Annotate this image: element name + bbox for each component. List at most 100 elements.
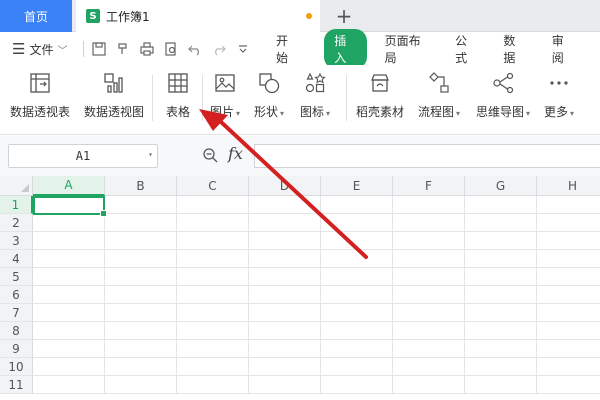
row-header-5[interactable]: 5 — [0, 268, 33, 286]
cell-e10[interactable] — [321, 358, 393, 376]
cell-c2[interactable] — [177, 214, 249, 232]
cell-b1[interactable] — [105, 196, 177, 214]
cell-a3[interactable] — [33, 232, 105, 250]
insert-function-button[interactable]: fx — [228, 144, 243, 163]
cell-d4[interactable] — [249, 250, 321, 268]
zoom-icon[interactable] — [202, 147, 218, 163]
cell-b7[interactable] — [105, 304, 177, 322]
cell-f1[interactable] — [393, 196, 465, 214]
cell-b6[interactable] — [105, 286, 177, 304]
cell-c8[interactable] — [177, 322, 249, 340]
chevron-down-icon[interactable]: ﹀ — [57, 42, 67, 57]
cell-b3[interactable] — [105, 232, 177, 250]
cell-h9[interactable] — [537, 340, 600, 358]
cell-g11[interactable] — [465, 376, 537, 394]
cell-d11[interactable] — [249, 376, 321, 394]
cell-h6[interactable] — [537, 286, 600, 304]
cell-e6[interactable] — [321, 286, 393, 304]
cell-g4[interactable] — [465, 250, 537, 268]
cell-e3[interactable] — [321, 232, 393, 250]
more-button[interactable]: 更多 ▾ — [544, 69, 574, 120]
tab-formulas[interactable]: 公式 — [455, 32, 477, 66]
cell-g8[interactable] — [465, 322, 537, 340]
row-header-8[interactable]: 8 — [0, 322, 33, 340]
pivot-table-button[interactable]: 数据透视表 — [10, 69, 70, 120]
tab-data[interactable]: 数据 — [503, 32, 525, 66]
cell-g5[interactable] — [465, 268, 537, 286]
cell-d9[interactable] — [249, 340, 321, 358]
cell-e5[interactable] — [321, 268, 393, 286]
cell-h4[interactable] — [537, 250, 600, 268]
cell-a10[interactable] — [33, 358, 105, 376]
print-icon[interactable] — [138, 40, 156, 58]
format-painter-icon[interactable] — [114, 40, 132, 58]
picture-button[interactable]: 图片 ▾ — [210, 69, 240, 120]
formula-input[interactable] — [254, 144, 600, 168]
column-header-c[interactable]: C — [177, 176, 249, 196]
cell-d2[interactable] — [249, 214, 321, 232]
save-icon[interactable] — [90, 40, 108, 58]
cell-h11[interactable] — [537, 376, 600, 394]
file-menu[interactable]: 文件 — [29, 41, 53, 58]
icons-button[interactable]: 图标 ▾ — [300, 69, 330, 120]
column-header-e[interactable]: E — [321, 176, 393, 196]
cell-f11[interactable] — [393, 376, 465, 394]
row-header-4[interactable]: 4 — [0, 250, 33, 268]
name-box[interactable]: A1 ▾ — [8, 144, 158, 168]
cell-g10[interactable] — [465, 358, 537, 376]
cell-d1[interactable] — [249, 196, 321, 214]
shapes-button[interactable]: 形状 ▾ — [254, 69, 284, 120]
chevron-down-icon[interactable]: ▾ — [148, 150, 153, 159]
cell-a9[interactable] — [33, 340, 105, 358]
column-header-h[interactable]: H — [537, 176, 600, 196]
tab-review[interactable]: 审阅 — [552, 32, 574, 66]
cell-c7[interactable] — [177, 304, 249, 322]
cell-b5[interactable] — [105, 268, 177, 286]
spreadsheet-grid[interactable]: A B C D E F G H 1 2 3 4 5 6 7 8 9 10 11 — [0, 176, 600, 400]
cell-b10[interactable] — [105, 358, 177, 376]
undo-icon[interactable] — [186, 40, 204, 58]
cell-b4[interactable] — [105, 250, 177, 268]
cell-a11[interactable] — [33, 376, 105, 394]
cell-h1[interactable] — [537, 196, 600, 214]
cell-g3[interactable] — [465, 232, 537, 250]
row-header-2[interactable]: 2 — [0, 214, 33, 232]
cell-f7[interactable] — [393, 304, 465, 322]
column-header-d[interactable]: D — [249, 176, 321, 196]
cell-c5[interactable] — [177, 268, 249, 286]
cell-c3[interactable] — [177, 232, 249, 250]
cell-a7[interactable] — [33, 304, 105, 322]
cell-d3[interactable] — [249, 232, 321, 250]
cell-e7[interactable] — [321, 304, 393, 322]
cell-b9[interactable] — [105, 340, 177, 358]
row-header-9[interactable]: 9 — [0, 340, 33, 358]
docer-material-button[interactable]: 稻壳素材 — [356, 69, 404, 120]
cell-c6[interactable] — [177, 286, 249, 304]
cell-c4[interactable] — [177, 250, 249, 268]
cell-f9[interactable] — [393, 340, 465, 358]
cell-a2[interactable] — [33, 214, 105, 232]
print-preview-icon[interactable] — [162, 40, 180, 58]
customize-toolbar-icon[interactable] — [234, 40, 252, 58]
row-header-3[interactable]: 3 — [0, 232, 33, 250]
cell-e1[interactable] — [321, 196, 393, 214]
cell-c1[interactable] — [177, 196, 249, 214]
row-header-11[interactable]: 11 — [0, 376, 33, 394]
new-tab-button[interactable]: + — [332, 4, 356, 28]
cell-f10[interactable] — [393, 358, 465, 376]
pivot-chart-button[interactable]: 数据透视图 — [84, 69, 144, 120]
cell-e2[interactable] — [321, 214, 393, 232]
tab-page-layout[interactable]: 页面布局 — [385, 32, 430, 66]
cell-h10[interactable] — [537, 358, 600, 376]
cell-e8[interactable] — [321, 322, 393, 340]
cell-d5[interactable] — [249, 268, 321, 286]
cell-f6[interactable] — [393, 286, 465, 304]
cell-g9[interactable] — [465, 340, 537, 358]
cell-b8[interactable] — [105, 322, 177, 340]
row-header-7[interactable]: 7 — [0, 304, 33, 322]
cell-g6[interactable] — [465, 286, 537, 304]
cell-f4[interactable] — [393, 250, 465, 268]
row-header-10[interactable]: 10 — [0, 358, 33, 376]
row-header-1[interactable]: 1 — [0, 196, 33, 214]
cell-e11[interactable] — [321, 376, 393, 394]
